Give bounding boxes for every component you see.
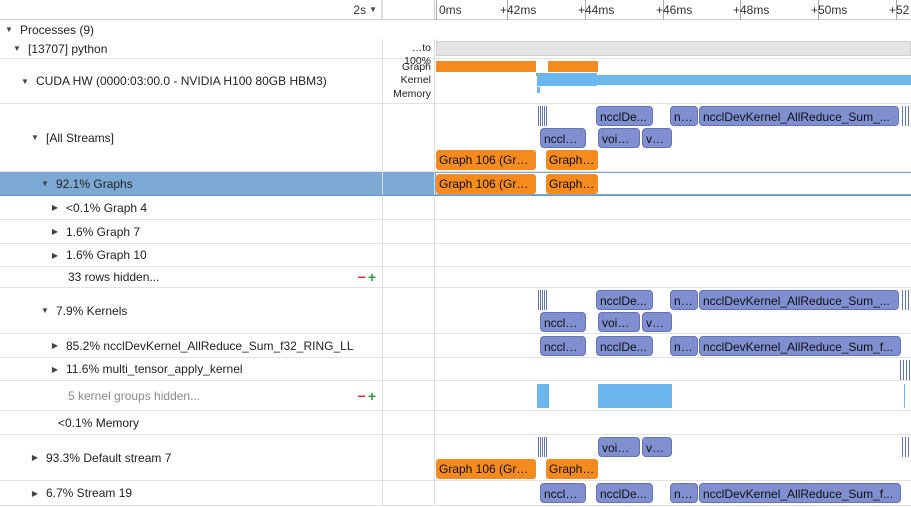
kernel-block[interactable]: voi... <box>642 128 672 148</box>
kernel-block[interactable]: nc... <box>670 290 698 310</box>
stream-label: 93.3% Default stream 7 <box>46 450 172 465</box>
memory-row[interactable]: <0.1% Memory <box>0 411 911 435</box>
memory-block[interactable] <box>598 384 672 408</box>
kernel-block[interactable]: ncclDevKernel_AllReduce_Sum_... <box>699 290 899 310</box>
ruler-tick: +42ms <box>500 3 537 17</box>
ruler-tick: 0ms <box>439 3 462 17</box>
expand-down-icon[interactable]: ▼ <box>4 25 14 34</box>
process-usage-bar[interactable] <box>436 41 911 56</box>
kernel-block[interactable]: ncclDevKernel_AllReduce_Sum_... <box>699 106 899 126</box>
kernel-activity-bar[interactable] <box>537 73 597 86</box>
stream-19-row[interactable]: ▶ 6.7% Stream 19 ncclD... ncclDe... nc..… <box>0 481 911 506</box>
all-streams-row[interactable]: ▼ [All Streams] ncclDe... nc... ncclDevK… <box>0 104 911 172</box>
ruler-tick: +48ms <box>733 3 770 17</box>
processes-row[interactable]: ▼ Processes (9) <box>0 20 911 39</box>
expand-plus-icon[interactable]: + <box>368 269 378 285</box>
zoom-scale-label[interactable]: 2s <box>353 3 366 17</box>
graph-lane-label: Graph <box>401 61 431 73</box>
kernel-block[interactable]: void ... <box>598 437 640 457</box>
ruler-tick: +52 <box>889 3 910 17</box>
expand-down-icon[interactable]: ▼ <box>40 306 50 315</box>
kernel-block[interactable]: ncclDevKernel_AllReduce_Sum_f... <box>699 336 901 356</box>
kernel-block[interactable]: ncclDevKernel_AllReduce_Sum_f... <box>699 483 901 503</box>
timeline-view: 2s ▼ 0ms +42ms +44ms +46ms +48ms +50ms +… <box>0 0 911 507</box>
kernel-block[interactable]: ncclD... <box>540 483 586 503</box>
kernel-row-label: 85.2% ncclDevKernel_AllReduce_Sum_f32_RI… <box>66 338 354 353</box>
hidden-rows-label: 33 rows hidden... <box>68 270 160 284</box>
ruler-tick: +46ms <box>656 3 693 17</box>
graphs-row[interactable]: ▼ 92.1% Graphs Graph 106 (Gra... Graph .… <box>0 172 911 196</box>
kernels-label: 7.9% Kernels <box>56 303 128 318</box>
hidden-rows-row: 33 rows hidden... −+ <box>0 267 911 288</box>
graph-block[interactable]: Graph 106 (Gra... <box>436 459 536 479</box>
kernel-row-multi-tensor[interactable]: ▶ 11.6% multi_tensor_apply_kernel <box>0 358 911 381</box>
chevron-down-icon[interactable]: ▼ <box>369 5 377 14</box>
memory-activity-bar <box>537 87 540 93</box>
kernel-block[interactable]: ncclD... <box>540 336 586 356</box>
kernel-block[interactable]: nc... <box>670 106 698 126</box>
default-stream-row[interactable]: ▶ 93.3% Default stream 7 void ... voi...… <box>0 435 911 481</box>
kernel-block[interactable]: void ... <box>598 312 640 332</box>
memory-block[interactable] <box>537 384 549 408</box>
cuda-hw-label: CUDA HW (0000:03:00.0 - NVIDIA H100 80GB… <box>36 74 327 88</box>
hidden-kernel-groups-row: 5 kernel groups hidden... −+ <box>0 381 911 411</box>
kernel-block[interactable]: ncclDe... <box>596 483 653 503</box>
kernel-block[interactable]: ncclDe... <box>596 106 653 126</box>
expand-right-icon[interactable]: ▶ <box>30 489 40 498</box>
kernel-block[interactable]: nc... <box>670 336 698 356</box>
graph-activity-bar[interactable] <box>548 61 598 72</box>
graph-block[interactable]: Graph 106 (Gra... <box>436 150 536 170</box>
graph-row-label: 1.6% Graph 10 <box>66 248 147 262</box>
expand-right-icon[interactable]: ▶ <box>50 365 60 374</box>
expand-right-icon[interactable]: ▶ <box>30 453 40 462</box>
expand-right-icon[interactable]: ▶ <box>50 251 60 260</box>
kernel-lane-label: Kernel <box>400 74 431 86</box>
kernel-row-label: 11.6% multi_tensor_apply_kernel <box>66 362 243 376</box>
memory-label: <0.1% Memory <box>58 415 140 430</box>
graphs-label: 92.1% Graphs <box>56 176 133 191</box>
cuda-hw-row[interactable]: ▼ CUDA HW (0000:03:00.0 - NVIDIA H100 80… <box>0 59 911 104</box>
stream-label: 6.7% Stream 19 <box>46 486 133 500</box>
graph-row-label: <0.1% Graph 4 <box>66 200 148 215</box>
time-ruler[interactable]: 2s ▼ 0ms +42ms +44ms +46ms +48ms +50ms +… <box>0 0 911 20</box>
kernel-block[interactable]: void ... <box>598 128 640 148</box>
expand-plus-icon[interactable]: + <box>368 388 378 404</box>
graph-block[interactable]: Graph ... <box>546 174 598 194</box>
kernel-block[interactable]: ncclDe... <box>596 290 653 310</box>
graph-block[interactable]: Graph ... <box>546 150 598 170</box>
kernel-block[interactable]: voi... <box>642 312 672 332</box>
expand-down-icon[interactable]: ▼ <box>30 133 40 142</box>
hidden-kernel-groups-label: 5 kernel groups hidden... <box>68 388 201 403</box>
graph-activity-bar[interactable] <box>436 61 536 72</box>
ruler-tick: +44ms <box>578 3 615 17</box>
memory-lane-label: Memory <box>393 88 431 100</box>
kernel-block[interactable]: ncclD... <box>540 312 586 332</box>
expand-down-icon[interactable]: ▼ <box>12 44 22 53</box>
expand-right-icon[interactable]: ▶ <box>50 341 60 350</box>
graph-row-label: 1.6% Graph 7 <box>66 224 141 239</box>
process-label: [13707] python <box>28 41 108 56</box>
all-streams-label: [All Streams] <box>46 130 115 145</box>
expand-down-icon[interactable]: ▼ <box>40 179 50 188</box>
collapse-minus-icon[interactable]: − <box>358 388 368 404</box>
kernel-block[interactable]: ncclD... <box>540 128 586 148</box>
kernel-row-nccl[interactable]: ▶ 85.2% ncclDevKernel_AllReduce_Sum_f32_… <box>0 334 911 358</box>
kernel-activity-bar[interactable] <box>597 75 911 85</box>
process-row-python[interactable]: ▼ [13707] python …to 100% <box>0 39 911 67</box>
graph-row-10[interactable]: ▶ 1.6% Graph 10 <box>0 244 911 267</box>
ruler-tick: +50ms <box>811 3 848 17</box>
collapse-minus-icon[interactable]: − <box>358 269 368 285</box>
kernels-row[interactable]: ▼ 7.9% Kernels ncclDe... nc... ncclDevKe… <box>0 288 911 334</box>
graph-block[interactable]: Graph 106 (Gra... <box>436 174 536 194</box>
processes-label: Processes (9) <box>20 22 95 37</box>
kernel-block[interactable]: ncclDe... <box>596 336 653 356</box>
expand-down-icon[interactable]: ▼ <box>20 77 30 86</box>
graph-row-7[interactable]: ▶ 1.6% Graph 7 <box>0 220 911 244</box>
graph-block[interactable]: Graph ... <box>546 459 598 479</box>
expand-right-icon[interactable]: ▶ <box>50 227 60 236</box>
kernel-block[interactable]: voi... <box>642 437 672 457</box>
kernel-block[interactable]: nc... <box>670 483 698 503</box>
graph-row-4[interactable]: ▶ <0.1% Graph 4 <box>0 196 911 220</box>
expand-right-icon[interactable]: ▶ <box>50 203 60 212</box>
